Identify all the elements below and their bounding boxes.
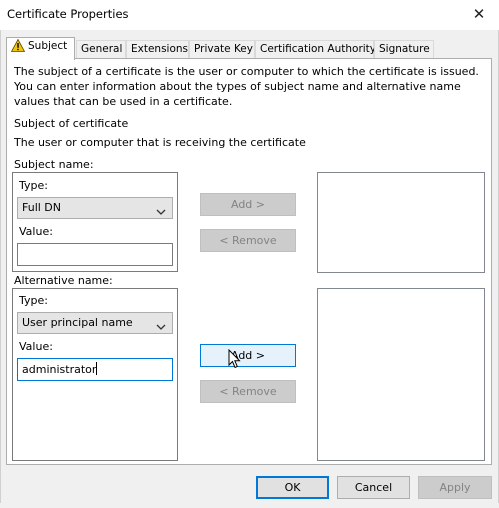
mouse-pointer-icon (228, 348, 242, 372)
alternative-value-label: Value: (19, 340, 53, 353)
tab-certification-authority-label: Certification Authority (260, 43, 377, 55)
alternative-value-text: administrator (22, 363, 97, 376)
close-icon: ✕ (472, 5, 486, 23)
subject-heading: Subject of certificate (14, 117, 129, 130)
tab-subject[interactable]: Subject (6, 37, 75, 60)
alternative-type-label: Type: (19, 294, 48, 307)
tab-subject-label: Subject (28, 40, 68, 52)
alternative-name-label: Alternative name: (14, 274, 113, 287)
tab-private-key-label: Private Key (194, 43, 253, 55)
alternative-remove-button[interactable]: < Remove (200, 380, 296, 403)
tab-general[interactable]: General (76, 40, 126, 59)
tab-general-label: General (81, 43, 123, 55)
alternative-add-button[interactable]: Add > (200, 344, 296, 367)
window-title: Certificate Properties (7, 7, 129, 21)
subject-name-label: Subject name: (14, 158, 94, 171)
ok-button[interactable]: OK (256, 476, 329, 499)
subject-value-input[interactable] (17, 243, 173, 266)
tab-extensions-label: Extensions (131, 43, 189, 55)
subject-type-value: Full DN (22, 201, 62, 214)
warning-icon (10, 38, 26, 58)
tab-strip: Subject General Extensions Private Key C… (6, 37, 486, 60)
alternative-type-dropdown[interactable]: User principal name (17, 312, 173, 334)
alternative-type-value: User principal name (22, 316, 133, 329)
subject-type-label: Type: (19, 179, 48, 192)
subject-remove-button[interactable]: < Remove (200, 229, 296, 252)
tab-signature-label: Signature (379, 43, 430, 55)
alternative-name-list[interactable] (317, 288, 485, 461)
subject-add-button[interactable]: Add > (200, 193, 296, 216)
text-caret (96, 362, 98, 375)
subject-name-list[interactable] (317, 172, 485, 273)
apply-button[interactable]: Apply (418, 476, 492, 499)
subject-value-label: Value: (19, 225, 53, 238)
cancel-button[interactable]: Cancel (337, 476, 410, 499)
tab-extensions[interactable]: Extensions (126, 40, 189, 59)
close-button[interactable]: ✕ (462, 2, 496, 28)
subject-subtext: The user or computer that is receiving t… (14, 136, 306, 149)
subject-description: The subject of a certificate is the user… (14, 65, 479, 108)
tab-certification-authority[interactable]: Certification Authority (255, 40, 377, 59)
chevron-down-icon (156, 203, 166, 223)
alternative-value-input[interactable]: administrator (17, 358, 173, 381)
tab-signature[interactable]: Signature (374, 40, 434, 59)
chevron-down-icon (156, 318, 166, 338)
bottom-edge (0, 503, 499, 508)
tab-private-key[interactable]: Private Key (189, 40, 255, 59)
subject-type-dropdown[interactable]: Full DN (17, 197, 173, 219)
